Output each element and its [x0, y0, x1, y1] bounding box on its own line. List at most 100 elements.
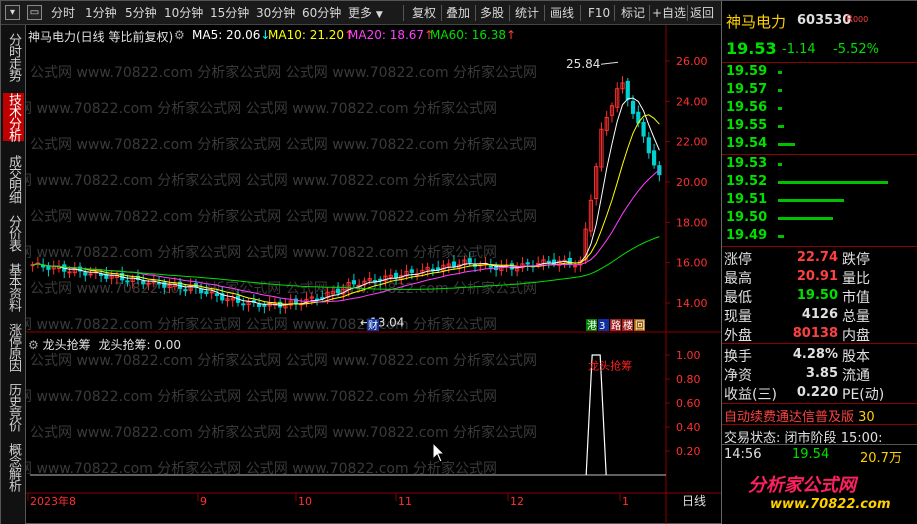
add-watchlist-button[interactable]: +自选 — [652, 4, 686, 22]
fin-value: 3.85 — [805, 366, 838, 381]
overlay-button[interactable]: 叠加 — [446, 4, 470, 22]
ma60-arrow: ↑ — [506, 28, 517, 42]
stock-name: 神马电力 — [726, 13, 787, 31]
event-mark: 楼 — [623, 319, 633, 332]
candle-body — [393, 272, 399, 279]
stock-tag: R000 — [846, 14, 869, 25]
watermark-text: 公式网 www.70822.com 分析家公式网 公式网 www.70822.c… — [26, 244, 497, 261]
watermark-text: 公式网 www.70822.com 分析家公式网 公式网 www.70822.c… — [26, 460, 497, 477]
indicator-axis-label: 1.00 — [676, 349, 701, 362]
fin-value: 4.28% — [792, 347, 838, 362]
price-change: -1.14 — [782, 42, 816, 57]
ask-price[interactable]: 19.55 — [726, 118, 767, 133]
indicator-settings-icon[interactable]: ⚙ — [28, 338, 39, 352]
period-label: 日线 — [682, 494, 706, 508]
watermark-text: 公式网 www.70822.com 分析家公式网 公式网 www.70822.c… — [26, 388, 497, 405]
fin-label: PE(动) — [842, 387, 885, 403]
ask-price[interactable]: 19.59 — [726, 64, 767, 79]
stat-label: 量比 — [842, 271, 870, 287]
x-axis-label: 1 — [622, 495, 629, 508]
ask-price[interactable]: 19.54 — [726, 136, 767, 151]
high-price-label: 25.84 — [566, 57, 600, 71]
kline-svg[interactable]: 公式网 www.70822.com 分析家公式网 公式网 www.70822.c… — [26, 25, 721, 524]
ma20-value: MA20: 18.67 — [348, 28, 425, 42]
event-mark: 回 — [635, 320, 645, 332]
watermark-text: 公式网 www.70822.com 分析家公式网 公式网 www.70822.c… — [30, 208, 537, 225]
tab-60min[interactable]: 60分钟 — [302, 4, 341, 22]
tab-trades[interactable]: 成交明细 — [3, 155, 24, 203]
candle-body — [573, 265, 578, 268]
price-axis-label: 14.00 — [676, 297, 708, 310]
more-menu[interactable]: 更多 ▼ — [348, 4, 383, 22]
promo-link[interactable]: 自动续费通达信普及版 30 — [724, 406, 875, 425]
f10-button[interactable]: F10 — [588, 4, 610, 22]
candle-body — [209, 291, 214, 294]
tick-price: 19.54 — [792, 447, 830, 462]
candle-body — [430, 268, 435, 271]
promo-text: 自动续费通达信普及版 — [724, 410, 855, 425]
multi-stock-button[interactable]: 多股 — [480, 4, 504, 22]
chart-title: 神马电力(日线 等比前复权) — [28, 30, 174, 44]
chart-header: 神马电力(日线 等比前复权) — [28, 28, 173, 44]
candle-body — [567, 257, 572, 265]
app-window: ▾ ▭ 分时 1分钟 5分钟 10分钟 15分钟 30分钟 60分钟 更多 ▼ … — [0, 0, 917, 524]
tick-time: 14:56 — [724, 447, 762, 462]
fin-label: 净资 — [724, 368, 752, 384]
tab-5min[interactable]: 5分钟 — [125, 4, 157, 22]
settings-icon[interactable]: ⚙ — [174, 28, 185, 44]
brand-logo: 分析家公式网 — [748, 475, 856, 496]
stock-code: 603530 — [797, 13, 852, 28]
tab-auction-history[interactable]: 历史竞价 — [3, 383, 24, 431]
bid-price[interactable]: 19.52 — [726, 174, 767, 189]
tab-1min[interactable]: 1分钟 — [85, 4, 117, 22]
dock-icon[interactable]: ▭ — [27, 5, 42, 20]
stats-button[interactable]: 统计 — [515, 4, 539, 22]
bid-volume-bar — [778, 199, 844, 202]
mark-button[interactable]: 标记 — [621, 4, 645, 22]
tick-volume: 20.7万 — [860, 451, 902, 466]
tab-limit-reason[interactable]: 涨停原因 — [3, 323, 24, 371]
low-price-label: ←13.04 — [360, 315, 404, 329]
stat-label: 现量 — [724, 309, 752, 325]
bid-price[interactable]: 19.51 — [726, 192, 767, 207]
back-button[interactable]: 返回 — [690, 4, 714, 22]
stat-label: 市值 — [842, 290, 870, 306]
tab-10min[interactable]: 10分钟 — [164, 4, 203, 22]
tab-30min[interactable]: 30分钟 — [256, 4, 295, 22]
candle-body — [509, 263, 514, 270]
tab-15min[interactable]: 15分钟 — [210, 4, 249, 22]
more-label: 更多 — [348, 6, 373, 20]
ask-price[interactable]: 19.57 — [726, 82, 767, 97]
ask-price[interactable]: 19.56 — [726, 100, 767, 115]
tab-price-table[interactable]: 分价表 — [3, 215, 24, 251]
indicator-axis-label: 0.20 — [676, 445, 701, 458]
tab-1day-minute[interactable]: 分时 — [51, 4, 75, 22]
indicator-value: 龙头抢筹: 0.00 — [98, 338, 182, 352]
promo-number: 30 — [858, 410, 875, 425]
tab-profile[interactable]: 基本资料 — [3, 263, 24, 311]
tab-concepts[interactable]: 概念解析 — [3, 443, 24, 491]
bid-volume-bar — [778, 217, 833, 220]
bid-price[interactable]: 19.49 — [726, 228, 767, 243]
tab-intraday[interactable]: 分时走势 — [3, 33, 24, 81]
price-axis-label: 26.00 — [676, 55, 708, 68]
bid-price[interactable]: 19.53 — [726, 156, 767, 171]
fin-label: 换手 — [724, 349, 752, 365]
candle-body — [467, 258, 472, 263]
tab-technical[interactable]: 技术分析 — [3, 93, 24, 141]
stat-label: 最低 — [724, 290, 752, 306]
stat-label: 最高 — [724, 271, 752, 287]
watermark-text: 公式网 www.70822.com 分析家公式网 公式网 www.70822.c… — [30, 424, 537, 441]
ma60-label: MA60: 16.38↑ — [430, 28, 516, 44]
event-mark: 3 — [599, 321, 605, 332]
watermark-text: 公式网 www.70822.com 分析家公式网 公式网 www.70822.c… — [30, 136, 537, 153]
bid-price[interactable]: 19.50 — [726, 210, 767, 225]
stat-value: 4126 — [801, 307, 838, 322]
menu-icon[interactable]: ▾ — [5, 5, 20, 20]
kline-chart[interactable]: 公式网 www.70822.com 分析家公式网 公式网 www.70822.c… — [26, 25, 721, 524]
draw-button[interactable]: 画线 — [550, 4, 574, 22]
ask-volume-bar — [778, 143, 795, 146]
candle-body — [88, 273, 93, 276]
adjust-button[interactable]: 复权 — [412, 4, 436, 22]
candle-body — [146, 282, 151, 285]
